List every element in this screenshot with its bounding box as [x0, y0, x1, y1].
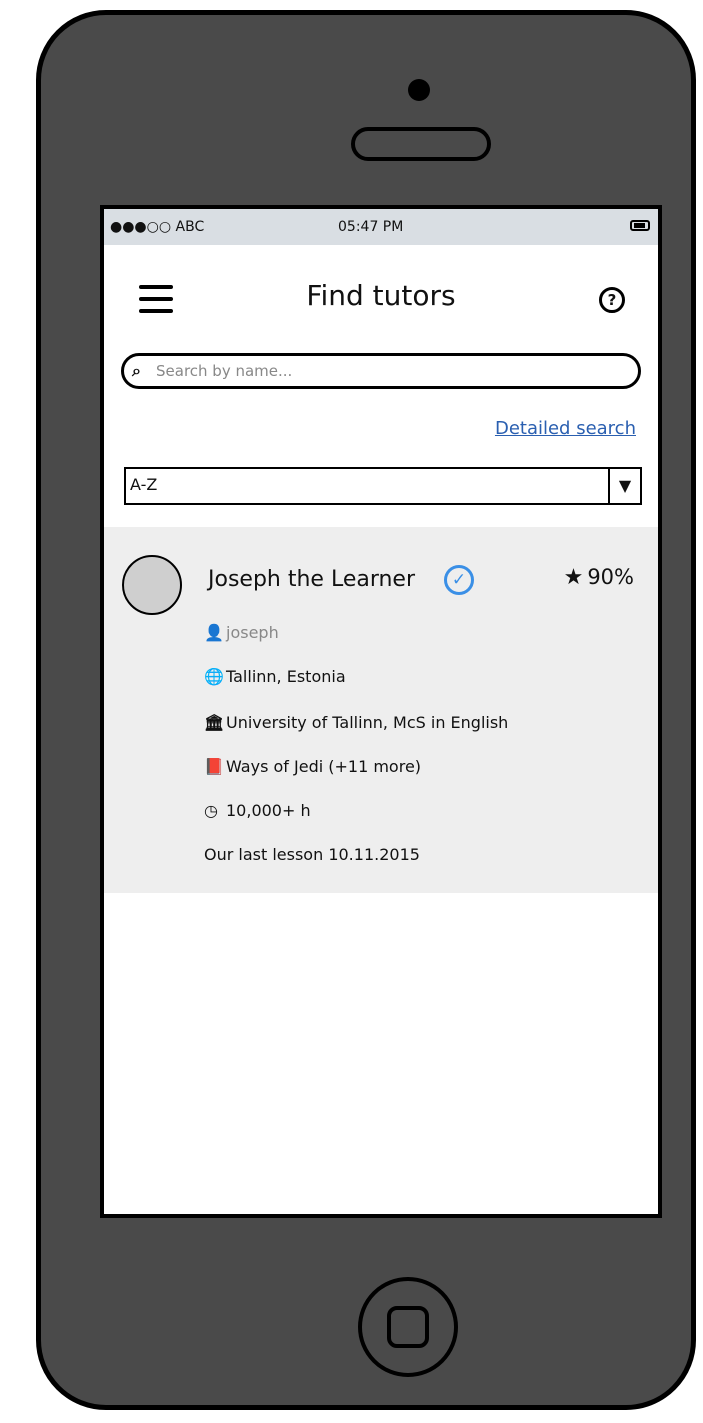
star-icon: ★	[563, 565, 584, 590]
tutor-username-row: 👤 joseph	[204, 623, 279, 642]
avatar	[122, 555, 182, 615]
user-icon: 👤	[204, 623, 224, 642]
tutor-last-lesson: Our last lesson 10.11.2015	[204, 845, 420, 864]
earpiece-speaker	[351, 127, 491, 161]
rating-value: 90%	[587, 565, 634, 589]
tutor-hours: 10,000+ h	[226, 801, 311, 820]
app-screen: ●●●○○ ABC 05:47 PM Find tutors ? ⌕ Detai…	[100, 205, 662, 1218]
check-circle-icon: ✓	[444, 565, 474, 595]
tutor-education: University of Tallinn, McS in English	[226, 713, 509, 732]
tutor-username: joseph	[226, 623, 279, 642]
status-time: 05:47 PM	[338, 219, 404, 235]
search-input[interactable]	[154, 361, 618, 381]
status-bar: ●●●○○ ABC 05:47 PM	[104, 209, 658, 245]
tutor-location: Tallinn, Estonia	[226, 667, 346, 686]
tutor-name[interactable]: Joseph the Learner	[208, 567, 415, 592]
page-title: Find tutors	[306, 279, 456, 312]
rating: ★ 90%	[564, 565, 634, 590]
book-icon: 📕	[204, 757, 224, 776]
tutor-education-row: 🏛 University of Tallinn, McS in English	[204, 713, 508, 732]
sort-selected-value: A-Z	[130, 475, 158, 494]
tutor-subjects: Ways of Jedi (+11 more)	[226, 757, 422, 776]
battery-icon	[630, 220, 650, 231]
chevron-down-icon[interactable]: ▼	[608, 469, 640, 503]
university-icon: 🏛	[204, 713, 225, 732]
tutor-card[interactable]: Joseph the Learner ✓ ★ 90% 👤 joseph 🌐 Talli…	[104, 527, 658, 893]
sort-dropdown[interactable]: A-Z ▼	[124, 467, 642, 505]
home-button[interactable]	[358, 1277, 458, 1377]
tutor-location-row: 🌐 Tallinn, Estonia	[204, 667, 346, 686]
question-icon[interactable]: ?	[599, 287, 625, 313]
tutor-hours-row: ◷ 10,000+ h	[204, 801, 311, 820]
tutor-subjects-row: 📕 Ways of Jedi (+11 more)	[204, 757, 421, 776]
home-button-icon	[387, 1306, 429, 1348]
status-carrier: ●●●○○ ABC	[110, 219, 205, 235]
search-bar[interactable]: ⌕	[121, 353, 641, 389]
clock-icon: ◷	[204, 801, 218, 820]
camera-dot	[408, 79, 430, 101]
detailed-search-link[interactable]: Detailed search	[495, 418, 636, 439]
globe-icon: 🌐	[204, 667, 224, 686]
magnifier-icon: ⌕	[132, 361, 141, 380]
